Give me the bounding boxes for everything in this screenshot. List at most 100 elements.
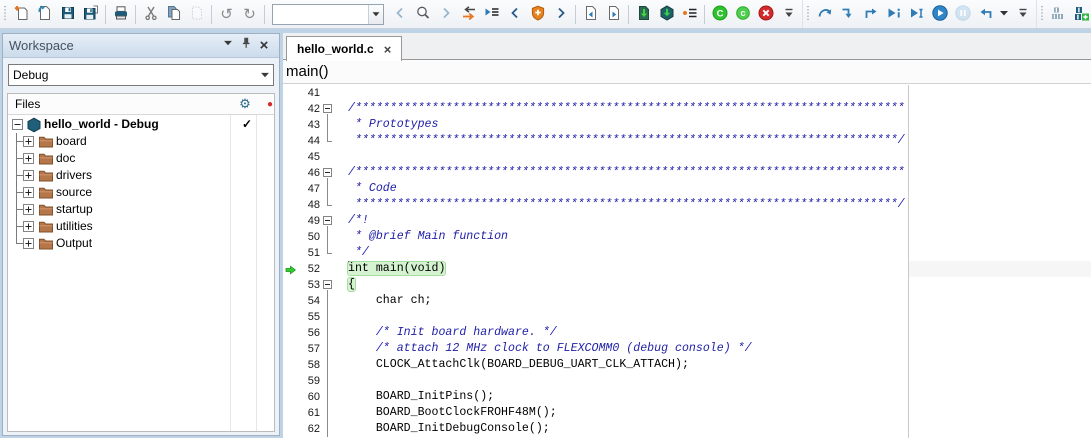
find-button[interactable] [411, 2, 434, 26]
redo-button[interactable]: ↻ [238, 2, 261, 26]
tree-item-utilities[interactable]: utilities [8, 218, 274, 235]
expander-plus-icon[interactable] [23, 204, 34, 215]
breakpoint-margin[interactable] [283, 357, 296, 373]
fold-margin[interactable] [320, 181, 335, 197]
tree-item-output[interactable]: Output [8, 235, 274, 252]
expander-minus-icon[interactable] [12, 119, 23, 130]
chevron-down-icon[interactable] [368, 5, 383, 24]
stop-build-button[interactable] [754, 2, 777, 26]
tree-item-board[interactable]: board [8, 133, 274, 150]
expander-plus-icon[interactable] [23, 238, 34, 249]
fold-margin[interactable] [320, 85, 335, 101]
fold-margin[interactable] [320, 133, 335, 149]
go-button[interactable] [928, 2, 951, 26]
breakpoint-margin[interactable] [283, 117, 296, 133]
breakpoint-margin[interactable] [283, 245, 296, 261]
fold-margin[interactable] [320, 405, 335, 421]
breakpoint-margin[interactable] [283, 165, 296, 181]
tab-hello-world-c[interactable]: hello_world.c × [286, 36, 402, 61]
save-button[interactable] [56, 2, 79, 26]
expander-plus-icon[interactable] [23, 136, 34, 147]
fold-margin[interactable] [320, 229, 335, 245]
fold-margin[interactable] [320, 357, 335, 373]
expander-plus-icon[interactable] [23, 153, 34, 164]
batch-build-button[interactable] [678, 2, 701, 26]
fold-margin[interactable] [320, 309, 335, 325]
tree-item-source[interactable]: source [8, 184, 274, 201]
breakpoint-margin[interactable] [283, 197, 296, 213]
quick-search-combobox[interactable] [272, 4, 384, 25]
breakpoint-margin[interactable] [283, 373, 296, 389]
breakpoint-margin[interactable] [283, 261, 296, 277]
fold-margin[interactable] [320, 373, 335, 389]
build-config-dropdown[interactable]: Debug [8, 64, 274, 86]
previous-document-button[interactable] [579, 2, 602, 26]
breakpoint-margin[interactable] [283, 421, 296, 437]
goto-function-button[interactable] [480, 2, 503, 26]
breakpoint-margin[interactable] [283, 389, 296, 405]
expander-plus-icon[interactable] [23, 187, 34, 198]
find-previous-button[interactable] [388, 2, 411, 26]
overflow-button[interactable] [777, 2, 800, 26]
cstat-analyze-project-button[interactable]: C [708, 2, 731, 26]
breakpoint-margin[interactable] [283, 101, 296, 117]
context-bar[interactable]: main() [283, 60, 1091, 84]
toolbar-grip-handle[interactable] [805, 3, 813, 25]
fold-margin[interactable] [320, 213, 335, 229]
find-next-button[interactable] [434, 2, 457, 26]
fold-collapse-icon[interactable] [323, 216, 332, 225]
breakpoint-margin[interactable] [283, 405, 296, 421]
expander-plus-icon[interactable] [23, 221, 34, 232]
next-document-button[interactable] [602, 2, 625, 26]
break-button[interactable] [951, 2, 974, 26]
cstat-analyze-file-button[interactable]: c [731, 2, 754, 26]
fold-margin[interactable] [320, 325, 335, 341]
previous-bookmark-button[interactable] [503, 2, 526, 26]
fold-margin[interactable] [320, 149, 335, 165]
breakpoint-margin[interactable] [283, 293, 296, 309]
tree-item-doc[interactable]: doc [8, 150, 274, 167]
reset-button[interactable] [974, 2, 997, 26]
workspace-close-button[interactable]: × [255, 37, 273, 55]
breakpoint-margin[interactable] [283, 341, 296, 357]
print-button[interactable] [109, 2, 132, 26]
undo-button[interactable]: ↺ [215, 2, 238, 26]
breakpoint-margin[interactable] [283, 213, 296, 229]
paste-button[interactable] [185, 2, 208, 26]
run-to-cursor-button[interactable] [905, 2, 928, 26]
toolbar-grip-handle[interactable] [1039, 3, 1047, 25]
breakpoint-margin[interactable] [283, 149, 296, 165]
fold-margin[interactable] [320, 389, 335, 405]
tree-item-drivers[interactable]: drivers [8, 167, 274, 184]
breakpoint-margin[interactable] [283, 229, 296, 245]
make-button[interactable] [655, 2, 678, 26]
fold-margin[interactable] [320, 261, 335, 277]
fold-collapse-icon[interactable] [323, 280, 332, 289]
stack-view-button[interactable] [1047, 2, 1070, 26]
toggle-bookmark-button[interactable] [526, 2, 549, 26]
expander-plus-icon[interactable] [23, 170, 34, 181]
tree-item-project[interactable]: hello_world - Debug✓ [8, 116, 274, 133]
breakpoint-margin[interactable] [283, 85, 296, 101]
fold-margin[interactable] [320, 245, 335, 261]
fold-margin[interactable] [320, 101, 335, 117]
next-bookmark-button[interactable] [549, 2, 572, 26]
overflow-button[interactable] [1011, 2, 1034, 26]
fold-margin[interactable] [320, 117, 335, 133]
new-document-button[interactable] [10, 2, 33, 26]
replace-button[interactable] [457, 2, 480, 26]
save-all-button[interactable] [79, 2, 102, 26]
breakpoint-margin[interactable] [283, 133, 296, 149]
fold-margin[interactable] [320, 421, 335, 437]
step-over-button[interactable] [813, 2, 836, 26]
fold-margin[interactable] [320, 165, 335, 181]
breakpoint-margin[interactable] [283, 309, 296, 325]
step-out-button[interactable] [859, 2, 882, 26]
quick-search-input[interactable] [273, 6, 368, 23]
fold-collapse-icon[interactable] [323, 104, 332, 113]
workspace-pin-button[interactable] [237, 37, 255, 55]
cut-button[interactable] [139, 2, 162, 26]
breakpoint-margin[interactable] [283, 181, 296, 197]
copy-button[interactable] [162, 2, 185, 26]
fold-margin[interactable] [320, 341, 335, 357]
